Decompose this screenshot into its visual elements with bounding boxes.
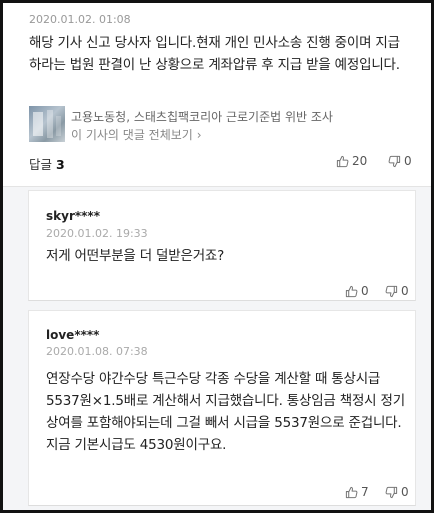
dislike-count: 0 xyxy=(401,485,409,499)
related-article[interactable]: 고용노동청, 스태츠칩팩코리아 근로기준법 위반 조사 이 기사의 댓글 전체보… xyxy=(29,106,409,142)
like-count: 0 xyxy=(361,284,369,298)
reply-date: 2020.01.08. 07:38 xyxy=(46,345,148,358)
like-count: 7 xyxy=(361,485,369,499)
thumbs-down-icon xyxy=(388,155,401,167)
like-button[interactable]: 0 xyxy=(345,284,369,298)
reply-count: 3 xyxy=(56,157,65,172)
comment-panel: 2020.01.02. 01:08 해당 기사 신고 당사자 입니다.현재 개인… xyxy=(0,0,434,513)
reply-label: 답글 xyxy=(29,157,53,172)
thumbs-down-icon xyxy=(385,486,398,498)
divider xyxy=(3,186,431,187)
like-button[interactable]: 7 xyxy=(345,485,369,499)
reply-toggle-button[interactable]: 답글 3 xyxy=(29,154,65,173)
dislike-count: 0 xyxy=(401,284,409,298)
like-count: 20 xyxy=(352,154,368,168)
main-comment: 2020.01.02. 01:08 해당 기사 신고 당사자 입니다.현재 개인… xyxy=(3,3,431,186)
article-thumbnail[interactable] xyxy=(29,106,65,142)
thumbs-up-icon xyxy=(345,486,358,498)
reply-item: love**** 2020.01.08. 07:38 연장수당 야간수당 특근수… xyxy=(28,310,416,506)
reply-date: 2020.01.02. 19:33 xyxy=(46,227,148,240)
view-all-comments-link[interactable]: 이 기사의 댓글 전체보기 › xyxy=(71,126,202,143)
view-all-comments-label: 이 기사의 댓글 전체보기 xyxy=(71,128,193,142)
dislike-button[interactable]: 0 xyxy=(385,284,409,298)
thumbs-up-icon xyxy=(336,155,349,167)
article-title[interactable]: 고용노동청, 스태츠칩팩코리아 근로기준법 위반 조사 xyxy=(71,108,333,125)
chevron-right-icon: › xyxy=(196,128,202,142)
reply-item: skyr**** 2020.01.02. 19:33 저게 어떤부분을 더 덜받… xyxy=(28,190,416,301)
dislike-button[interactable]: 0 xyxy=(385,485,409,499)
like-button[interactable]: 20 xyxy=(336,154,367,168)
thumbs-down-icon xyxy=(385,285,398,297)
dislike-button[interactable]: 0 xyxy=(388,154,412,168)
reply-text: 저게 어떤부분을 더 덜받은거죠? xyxy=(46,248,225,264)
comment-date: 2020.01.02. 01:08 xyxy=(29,13,131,26)
dislike-count: 0 xyxy=(404,154,412,168)
reply-text: 연장수당 야간수당 특근수당 각종 수당을 계산할 때 통상시급 5537원×1… xyxy=(46,371,405,453)
reply-nickname[interactable]: skyr**** xyxy=(46,209,100,223)
reply-list: skyr**** 2020.01.02. 19:33 저게 어떤부분을 더 덜받… xyxy=(3,186,431,510)
reply-nickname[interactable]: love**** xyxy=(46,328,99,342)
thumbs-up-icon xyxy=(345,285,358,297)
comment-text: 해당 기사 신고 당사자 입니다.현재 개인 민사소송 진행 중이며 지급하라는… xyxy=(29,35,400,73)
